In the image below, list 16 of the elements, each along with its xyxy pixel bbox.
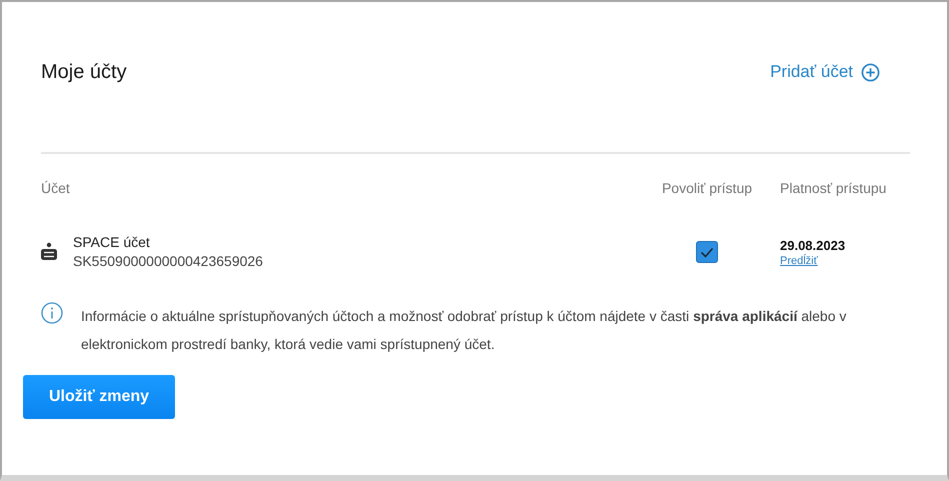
info-text: Informácie o aktuálne sprístupňovaných účtoch a možnosť odobrať prístup k účtom nájdete v časti správa aplikácií alebo v elektronickom prostredí banky, ktorá vedie vami sprístupnený účet. xyxy=(81,307,848,354)
info-icon xyxy=(41,302,63,324)
page-title: Moje účty xyxy=(41,60,127,84)
account-number: SK5509000000000423659026 xyxy=(73,252,264,271)
extend-link[interactable]: Predĺžiť xyxy=(780,255,818,267)
add-icon xyxy=(861,62,880,82)
validity-date: 29.08.2023 xyxy=(780,237,846,254)
checkmark-icon xyxy=(700,246,714,258)
column-header: Povoliť prístup xyxy=(660,180,754,196)
save-button[interactable]: Uložiť zmeny xyxy=(23,375,175,419)
bank-logo-icon xyxy=(41,242,57,262)
add-account-button[interactable]: Pridať účet xyxy=(770,62,880,82)
account-name: SPACE účet xyxy=(73,233,151,252)
column-header: Platnosť prístupu xyxy=(780,180,888,196)
column-header: Účet xyxy=(41,180,71,196)
access-checkbox[interactable] xyxy=(696,241,718,263)
